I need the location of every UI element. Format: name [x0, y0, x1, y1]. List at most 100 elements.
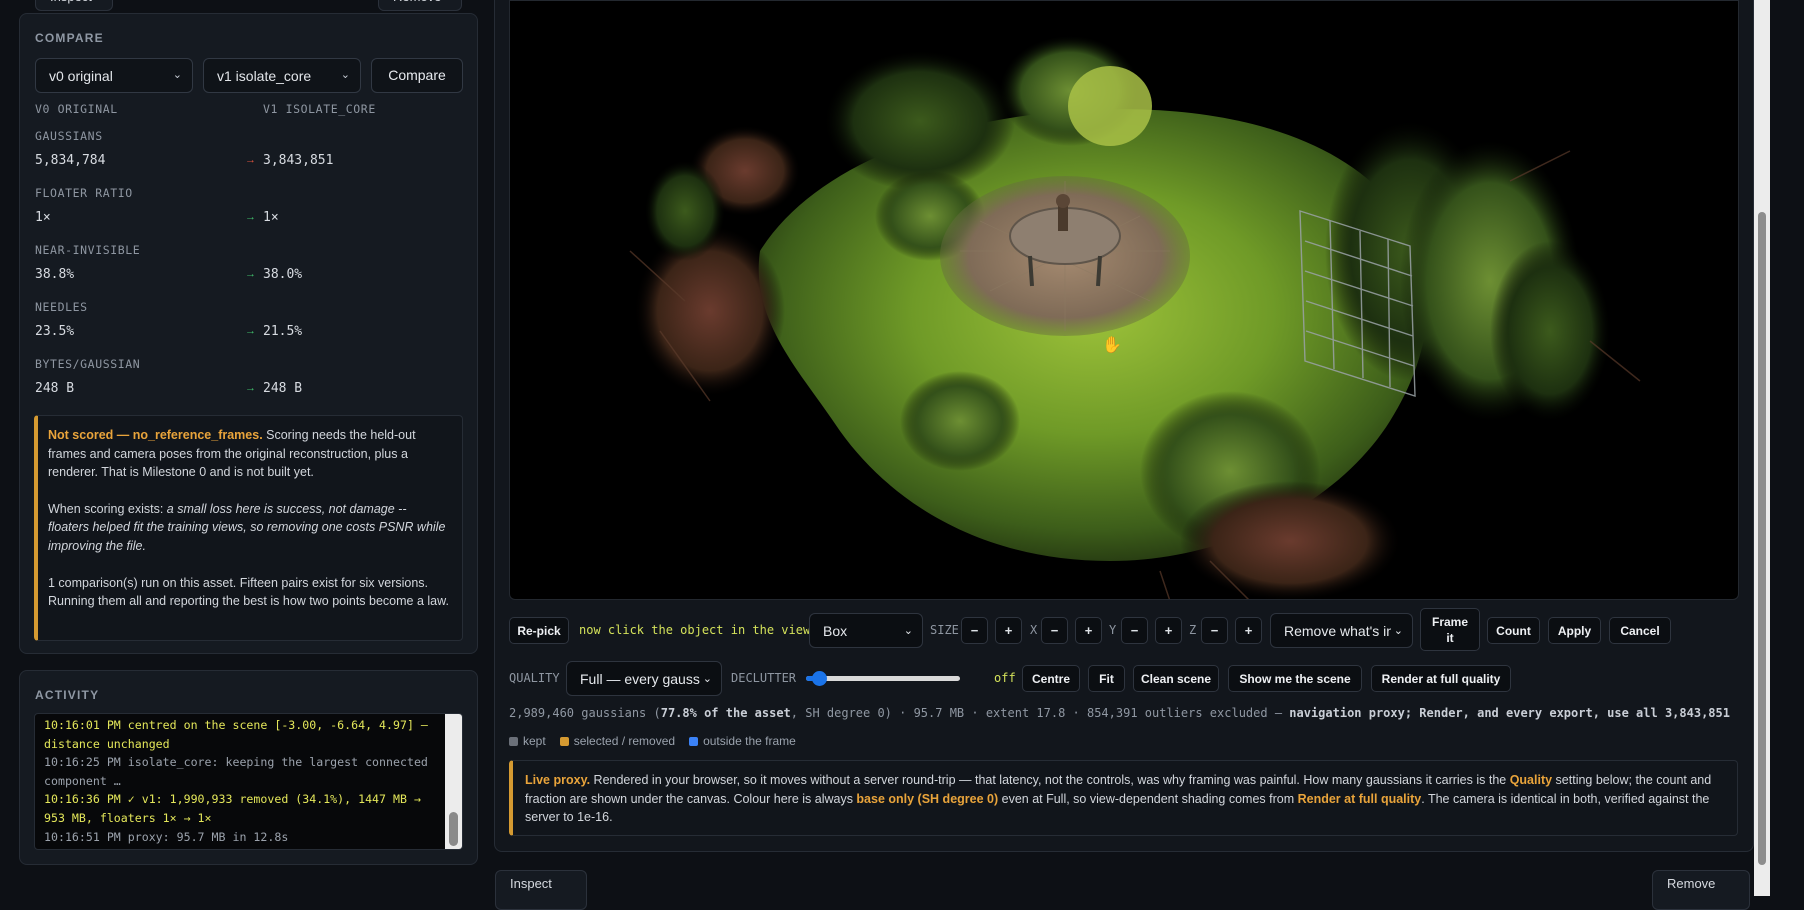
status-count: 2,989,460 gaussians ( — [509, 706, 661, 720]
y-minus-button[interactable]: − — [1121, 617, 1148, 644]
metric-arrow-icon: → — [245, 382, 256, 394]
live-proxy-heading: Live proxy. — [525, 773, 591, 787]
z-plus-button[interactable]: + — [1235, 617, 1262, 644]
y-label: Y — [1109, 623, 1117, 637]
legend: kept selected / removed outside the frame — [509, 734, 810, 748]
live-proxy-note: Live proxy. Rendered in your browser, so… — [509, 760, 1738, 836]
repick-button[interactable]: Re-pick — [509, 617, 569, 644]
y-plus-button[interactable]: + — [1155, 617, 1182, 644]
metric-arrow-icon: → — [245, 154, 256, 166]
scoring-note-heading: Not scored — no_reference_frames. — [48, 428, 263, 442]
legend-label: outside the frame — [703, 734, 796, 748]
compare-title: COMPARE — [35, 31, 104, 45]
scoring-note: Not scored — no_reference_frames. Scorin… — [34, 415, 463, 641]
frame-it-button[interactable]: Frame it — [1420, 608, 1480, 651]
log-line: 10:16:25 PM isolate_core: keeping the la… — [44, 755, 428, 788]
legend-item: kept — [509, 734, 546, 748]
render-full-quality-button[interactable]: Render at full quality — [1371, 665, 1511, 692]
metric-label: FLOATER RATIO — [35, 186, 133, 200]
metric-value-b: 21.5% — [263, 324, 303, 339]
live-proxy-text-3: even at Full, so view-dependent shading … — [998, 791, 1298, 806]
shape-select[interactable]: Box ⌄ — [809, 613, 923, 648]
status-fraction: 77.8% of the asset — [660, 706, 791, 720]
legend-swatch — [559, 737, 569, 746]
activity-log[interactable]: 10:16:01 PM centred on the scene [-3.00,… — [34, 713, 463, 850]
declutter-slider[interactable] — [806, 676, 960, 681]
size-minus-button[interactable]: − — [961, 617, 988, 644]
column-b-header: V1 ISOLATE_CORE — [263, 102, 376, 116]
count-button[interactable]: Count — [1487, 617, 1540, 644]
metric-value-a: 1× — [35, 210, 51, 225]
base-only-highlight: base only (SH degree 0) — [856, 791, 999, 806]
quality-select[interactable]: Full — every gauss ⌄ — [566, 661, 722, 696]
remove-button-top[interactable]: Remove — [378, 0, 462, 11]
activity-log-lines: 10:16:01 PM centred on the scene [-3.00,… — [44, 716, 440, 846]
column-a-header: V0 ORIGINAL — [35, 102, 118, 116]
chevron-down-icon: ⌄ — [340, 69, 350, 81]
quality-value: Full — every gauss — [580, 671, 700, 687]
metric-arrow-icon: → — [245, 325, 256, 337]
inspect-button-bottom[interactable]: Inspect — [495, 870, 587, 910]
chevron-down-icon: ⌄ — [1390, 624, 1403, 637]
legend-item: selected / removed — [559, 734, 676, 748]
page-scrollbar[interactable] — [1754, 0, 1770, 896]
log-line: 10:16:36 PM ✓ v1: 1,990,933 removed (34.… — [44, 792, 421, 825]
metric-label: BYTES/GAUSSIAN — [35, 357, 141, 371]
page-scrollbar-thumb[interactable] — [1758, 212, 1766, 865]
clean-scene-button[interactable]: Clean scene — [1133, 665, 1219, 692]
mode-select[interactable]: Remove what's in ⌄ — [1270, 613, 1413, 648]
version-a-value: v0 original — [49, 68, 113, 84]
scene-canvas[interactable]: ✋ — [509, 0, 1739, 600]
z-minus-button[interactable]: − — [1201, 617, 1228, 644]
scoring-note-count: 1 comparison(s) run on this asset. Fifte… — [48, 575, 449, 609]
show-scene-button[interactable]: Show me the scene — [1228, 665, 1362, 692]
shape-value: Box — [823, 623, 848, 639]
inspect-button-top[interactable]: Inspect — [35, 0, 113, 11]
pick-hint: now click the object in the view — [579, 623, 811, 637]
compare-panel: COMPARE v0 original ⌄ v1 isolate_core ⌄ … — [19, 13, 478, 654]
activity-panel: ACTIVITY 10:16:01 PM centred on the scen… — [19, 670, 478, 865]
x-plus-button[interactable]: + — [1075, 617, 1102, 644]
metric-value-b: 1× — [263, 210, 279, 225]
metric-value-a: 5,834,784 — [35, 153, 106, 168]
x-minus-button[interactable]: − — [1041, 617, 1068, 644]
version-b-value: v1 isolate_core — [217, 68, 312, 84]
metric-value-b: 248 B — [263, 381, 303, 396]
size-plus-button[interactable]: + — [995, 617, 1022, 644]
metric-value-a: 248 B — [35, 381, 75, 396]
z-label: Z — [1189, 623, 1197, 637]
status-details: , SH degree 0) · 95.7 MB · extent 17.8 ·… — [790, 706, 1290, 720]
declutter-state: off — [994, 671, 1016, 685]
metric-value-a: 38.8% — [35, 267, 75, 282]
log-line: 10:16:51 PM proxy: 95.7 MB in 12.8s — [44, 829, 289, 844]
metric-value-b: 3,843,851 — [263, 153, 334, 168]
declutter-slider-handle[interactable] — [812, 671, 827, 686]
hand-cursor-icon: ✋ — [1102, 337, 1122, 354]
cancel-button[interactable]: Cancel — [1609, 617, 1671, 644]
quality-highlight: Quality — [1509, 773, 1553, 787]
chevron-down-icon: ⌄ — [699, 672, 712, 685]
activity-scrollbar-thumb[interactable] — [449, 812, 458, 846]
centre-button[interactable]: Centre — [1022, 665, 1080, 692]
chevron-down-icon: ⌄ — [172, 69, 182, 81]
scoring-note-lead: When scoring exists: — [48, 501, 167, 516]
metric-label: NEEDLES — [35, 300, 88, 314]
legend-label: selected / removed — [573, 734, 676, 748]
fit-button[interactable]: Fit — [1088, 665, 1125, 692]
version-b-select[interactable]: v1 isolate_core ⌄ — [203, 58, 361, 93]
metric-value-b: 38.0% — [263, 267, 303, 282]
activity-scrollbar[interactable] — [445, 714, 462, 849]
version-a-select[interactable]: v0 original ⌄ — [35, 58, 193, 93]
legend-label: kept — [523, 734, 546, 748]
remove-button-bottom[interactable]: Remove — [1652, 870, 1750, 910]
legend-item: outside the frame — [689, 734, 796, 748]
render-full-quality-highlight: Render at full quality — [1297, 791, 1422, 806]
proxy-status: 2,989,460 gaussians (77.8% of the asset,… — [509, 706, 1730, 720]
chevron-down-icon: ⌄ — [903, 625, 913, 637]
metric-label: GAUSSIANS — [35, 129, 103, 143]
status-proxy-note: navigation proxy; Render, and every expo… — [1289, 706, 1730, 720]
metric-value-a: 23.5% — [35, 324, 75, 339]
compare-button[interactable]: Compare — [371, 58, 463, 93]
apply-button[interactable]: Apply — [1548, 617, 1601, 644]
declutter-label: DECLUTTER — [731, 671, 797, 685]
